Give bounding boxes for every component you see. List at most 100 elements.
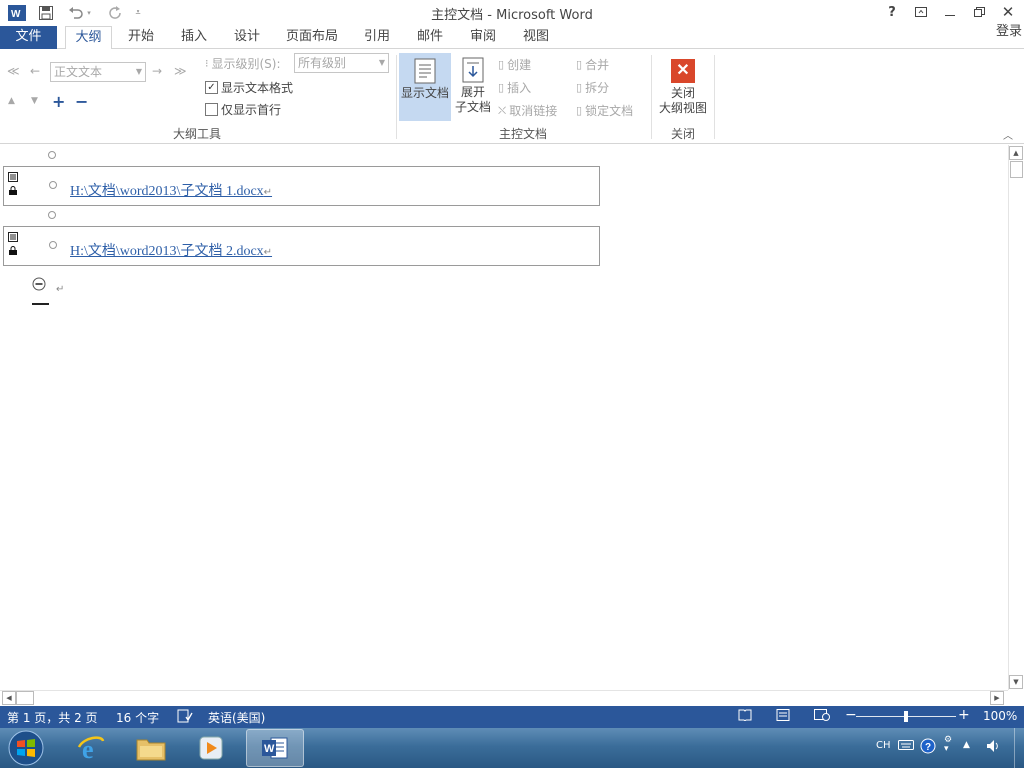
help-tray-icon[interactable]: ?: [920, 738, 936, 757]
outline-bullet[interactable]: [49, 181, 57, 189]
end-of-document-mark: [32, 303, 49, 305]
tab-view[interactable]: 视图: [514, 26, 558, 49]
vertical-scrollbar[interactable]: ▲ ▼: [1008, 145, 1024, 690]
checkbox-checked-icon: ✓: [205, 81, 218, 94]
close-window-icon[interactable]: ✕: [994, 2, 1022, 22]
paragraph-mark: ↵: [56, 284, 65, 295]
login-link[interactable]: 登录: [996, 25, 1022, 39]
taskbar-internet-explorer[interactable]: e: [62, 729, 120, 767]
zoom-level[interactable]: 100%: [983, 709, 1017, 723]
subdocument-icon[interactable]: [8, 171, 18, 182]
show-first-line-checkbox[interactable]: 仅显示首行: [205, 101, 281, 118]
move-down-icon[interactable]: ▼: [31, 96, 38, 106]
svg-text:W: W: [264, 743, 275, 755]
read-mode-icon[interactable]: [738, 709, 752, 723]
lock-document-button[interactable]: ▯ 锁定文档: [576, 102, 633, 119]
tab-home[interactable]: 开始: [120, 26, 162, 49]
collapse-ribbon-icon[interactable]: ︿: [1003, 127, 1013, 142]
split-subdocument-button[interactable]: ▯ 拆分: [576, 79, 609, 96]
word-icon: W: [262, 737, 288, 759]
horizontal-scrollbar[interactable]: ◀ ▶: [0, 690, 1008, 706]
scroll-down-icon[interactable]: ▼: [1009, 675, 1023, 689]
insert-subdocument-button[interactable]: ▯ 插入: [498, 79, 531, 96]
split-icon: ▯: [576, 81, 583, 94]
show-level-combo[interactable]: 所有级别 ▼: [294, 53, 389, 73]
show-desktop-button[interactable]: [1014, 728, 1024, 768]
page-count-status[interactable]: 第 1 页，共 2 页: [7, 709, 98, 726]
paragraph-mark: ↵: [263, 187, 273, 198]
scroll-up-icon[interactable]: ▲: [1009, 146, 1023, 160]
window-title: 主控文档 - Microsoft Word: [431, 8, 593, 23]
taskbar-word[interactable]: W: [246, 729, 304, 767]
scroll-left-icon[interactable]: ◀: [2, 691, 16, 705]
subdocument-link-1[interactable]: H:\文档\word2013\子文档 1.docx↵: [70, 180, 272, 200]
taskbar-media-player[interactable]: [182, 729, 240, 767]
subdocument-icon[interactable]: [8, 231, 18, 242]
input-language-indicator[interactable]: CH: [876, 740, 891, 751]
document-icon: [414, 58, 436, 84]
tab-file[interactable]: 文件: [0, 26, 57, 49]
subdocument-box-2[interactable]: H:\文档\word2013\子文档 2.docx↵: [3, 226, 600, 266]
help-icon[interactable]: ?: [878, 2, 906, 22]
outline-level-value: 正文文本: [54, 65, 103, 79]
scroll-right-icon[interactable]: ▶: [990, 691, 1004, 705]
proofing-icon[interactable]: [177, 709, 193, 723]
show-level-icon: ⁝: [205, 57, 209, 70]
close-outline-view-button[interactable]: ✕ 关闭 大纲视图: [655, 53, 711, 121]
taskbar-file-explorer[interactable]: [122, 729, 180, 767]
outline-bullet[interactable]: [49, 241, 57, 249]
subdocument-link-2[interactable]: H:\文档\word2013\子文档 2.docx↵: [70, 240, 272, 260]
collapse-heading-icon[interactable]: [32, 277, 46, 291]
zoom-slider[interactable]: [856, 711, 956, 722]
outline-bullet[interactable]: [48, 211, 56, 219]
media-player-icon: [199, 736, 223, 760]
demote-to-body-icon[interactable]: ≫: [174, 64, 187, 78]
promote-to-heading1-icon[interactable]: ≪: [7, 64, 20, 78]
subdocument-box-1[interactable]: H:\文档\word2013\子文档 1.docx↵: [3, 166, 600, 206]
tab-page-layout[interactable]: 页面布局: [280, 26, 344, 49]
expand-icon[interactable]: +: [52, 92, 65, 111]
chevron-down-icon: ▼: [378, 58, 385, 67]
keyboard-icon[interactable]: [898, 739, 914, 754]
tab-mailings[interactable]: 邮件: [408, 26, 452, 49]
move-up-icon[interactable]: ▲: [8, 96, 15, 106]
merge-icon: ▯: [576, 58, 583, 71]
ribbon-tabs: 文件 大纲 开始 插入 设计 页面布局 引用 邮件 审阅 视图 登录: [0, 25, 1024, 50]
document-area[interactable]: H:\文档\word2013\子文档 1.docx↵ H:\文档\word201…: [0, 145, 1008, 690]
outline-bullet[interactable]: [48, 151, 56, 159]
tab-review[interactable]: 审阅: [461, 26, 505, 49]
outline-level-combo[interactable]: 正文文本 ▼: [50, 62, 146, 82]
print-layout-icon[interactable]: [776, 709, 790, 723]
vertical-scroll-thumb[interactable]: [1010, 161, 1023, 178]
expand-subdocuments-button[interactable]: 展开 子文档: [453, 53, 493, 121]
zoom-in-icon[interactable]: +: [958, 707, 970, 723]
tab-references[interactable]: 引用: [355, 26, 399, 49]
word-count-status[interactable]: 16 个字: [116, 709, 159, 726]
show-document-button[interactable]: 显示文档: [399, 53, 451, 121]
zoom-out-icon[interactable]: −: [845, 707, 857, 723]
zoom-slider-thumb[interactable]: [904, 711, 908, 722]
volume-icon[interactable]: [985, 738, 1001, 757]
ribbon-display-options-icon[interactable]: [907, 2, 935, 22]
demote-icon[interactable]: →: [152, 64, 162, 78]
tab-outline[interactable]: 大纲: [65, 26, 112, 50]
promote-icon[interactable]: ←: [30, 64, 40, 78]
status-bar: 第 1 页，共 2 页 16 个字 英语(美国) − + 100%: [0, 706, 1024, 728]
show-text-format-checkbox[interactable]: ✓ 显示文本格式: [205, 79, 293, 96]
merge-subdocument-button[interactable]: ▯ 合并: [576, 56, 609, 73]
ribbon: ≪ ← 正文文本 ▼ → ≫ ▲ ▼ + − ⁝ 显示级别(S): 所有级别 ▼…: [0, 49, 1024, 144]
minimize-icon[interactable]: [936, 2, 964, 22]
show-hidden-icons-icon[interactable]: ▲: [963, 740, 970, 750]
horizontal-scroll-thumb[interactable]: [16, 691, 34, 705]
create-subdocument-button[interactable]: ▯ 创建: [498, 56, 531, 73]
start-button[interactable]: [4, 728, 48, 768]
tray-options-icon[interactable]: ⚙ ▾: [944, 736, 952, 754]
tab-insert[interactable]: 插入: [172, 26, 216, 49]
collapse-icon[interactable]: −: [75, 92, 88, 111]
language-status[interactable]: 英语(美国): [208, 709, 265, 726]
web-layout-icon[interactable]: [814, 709, 830, 723]
restore-icon[interactable]: [965, 2, 993, 22]
tab-design[interactable]: 设计: [225, 26, 269, 49]
windows-taskbar: e W CH ? ⚙ ▾ ▲: [0, 728, 1024, 768]
unlink-subdocument-button[interactable]: ⛌ 取消链接: [498, 102, 557, 119]
